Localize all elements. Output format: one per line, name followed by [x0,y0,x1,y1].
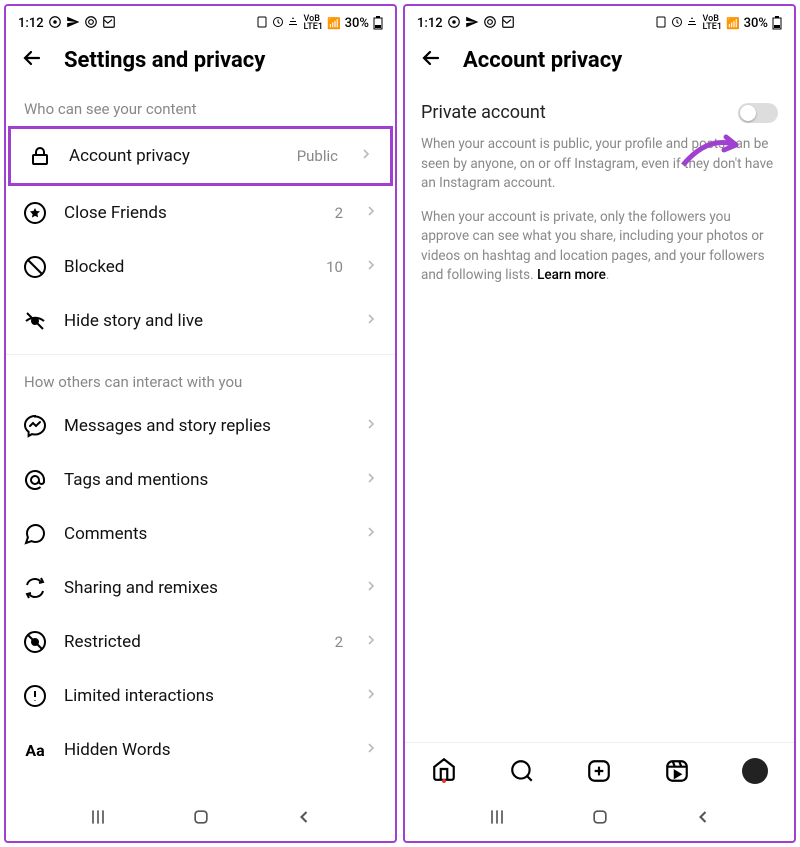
chevron-right-icon [358,146,374,166]
chevron-right-icon [363,686,379,706]
row-account-privacy[interactable]: Account privacy Public [8,126,393,186]
star-circle-icon [22,200,48,226]
chevron-right-icon [363,470,379,490]
chevron-right-icon [363,524,379,544]
android-nav [405,793,794,841]
status-time: 1:12 [417,16,443,31]
page-title: Account privacy [463,48,622,73]
description-public: When your account is public, your profil… [405,131,794,204]
chevron-right-icon [363,416,379,436]
status-right-icons [256,16,300,31]
row-limited[interactable]: Limited interactions [6,669,395,723]
chevron-right-icon [363,578,379,598]
row-label: Messages and story replies [64,416,347,436]
status-battery: 30% [345,16,369,31]
row-blocked[interactable]: Blocked 10 [6,240,395,294]
back-button[interactable] [693,807,713,831]
row-comments[interactable]: Comments [6,507,395,561]
status-time: 1:12 [18,16,44,31]
back-icon[interactable] [419,46,443,74]
row-label: Tags and mentions [64,470,347,490]
row-label: Limited interactions [64,686,347,706]
row-sharing[interactable]: Sharing and remixes [6,561,395,615]
chevron-right-icon [363,632,379,652]
row-label: Blocked [64,257,310,277]
android-nav [6,793,395,841]
reels-icon[interactable] [663,757,691,785]
chevron-right-icon [363,203,379,223]
description-private: When your account is private, only the f… [405,204,794,296]
row-value: 10 [326,258,343,276]
divider [6,354,395,355]
chevron-right-icon [363,311,379,331]
status-left-icons [447,15,515,32]
search-icon[interactable] [508,757,536,785]
status-battery: 30% [744,16,768,31]
status-left-icons [48,15,116,32]
row-tags[interactable]: Tags and mentions [6,453,395,507]
row-label: Close Friends [64,203,319,223]
recents-button[interactable] [88,807,108,831]
notification-dot [442,779,446,783]
section-label-content: Who can see your content [6,88,395,126]
page-title: Settings and privacy [64,48,265,73]
restricted-icon [22,629,48,655]
aa-icon: Aa [22,737,48,763]
recents-button[interactable] [487,807,507,831]
header: Account privacy [405,36,794,88]
row-value: Public [297,147,338,165]
row-hide-story[interactable]: Hide story and live [6,294,395,348]
status-network: VoBLTE1 [702,15,721,31]
row-label: Comments [64,524,347,544]
block-icon [22,254,48,280]
section-label-interact: How others can interact with you [6,361,395,399]
comment-icon [22,521,48,547]
row-label: Hidden Words [64,740,347,760]
row-close-friends[interactable]: Close Friends 2 [6,186,395,240]
status-bar: 1:12 VoBLTE1 📶 30% [6,6,395,36]
home-button[interactable] [590,807,610,831]
row-label: Account privacy [69,146,281,166]
row-label: Hide story and live [64,311,347,331]
header: Settings and privacy [6,36,395,88]
row-value: 2 [335,204,343,222]
instagram-bottom-nav [405,742,794,793]
hide-icon [22,308,48,334]
messenger-icon [22,413,48,439]
profile-icon[interactable] [741,757,769,785]
row-value: 2 [335,633,343,651]
row-restricted[interactable]: Restricted 2 [6,615,395,669]
learn-more-link[interactable]: Learn more [537,267,606,283]
row-messages[interactable]: Messages and story replies [6,399,395,453]
settings-privacy-screen: 1:12 VoBLTE1 📶 30% Settings and privacy [4,4,397,843]
lock-icon [27,143,53,169]
status-bar: 1:12 VoBLTE1 📶 30% [405,6,794,36]
account-privacy-screen: 1:12 VoBLTE1 📶 30% Account privacy [403,4,796,843]
chevron-right-icon [363,257,379,277]
back-icon[interactable] [20,46,44,74]
private-account-label: Private account [421,102,546,123]
row-label: Restricted [64,632,319,652]
status-network: VoBLTE1 [303,15,322,31]
new-post-icon[interactable] [585,757,613,785]
home-button[interactable] [191,807,211,831]
at-icon [22,467,48,493]
remix-icon [22,575,48,601]
back-button[interactable] [294,807,314,831]
status-right-icons [655,16,699,31]
private-account-toggle[interactable] [738,103,778,123]
chevron-right-icon [363,740,379,760]
alert-icon [22,683,48,709]
row-hidden-words[interactable]: Aa Hidden Words [6,723,395,777]
row-label: Sharing and remixes [64,578,347,598]
